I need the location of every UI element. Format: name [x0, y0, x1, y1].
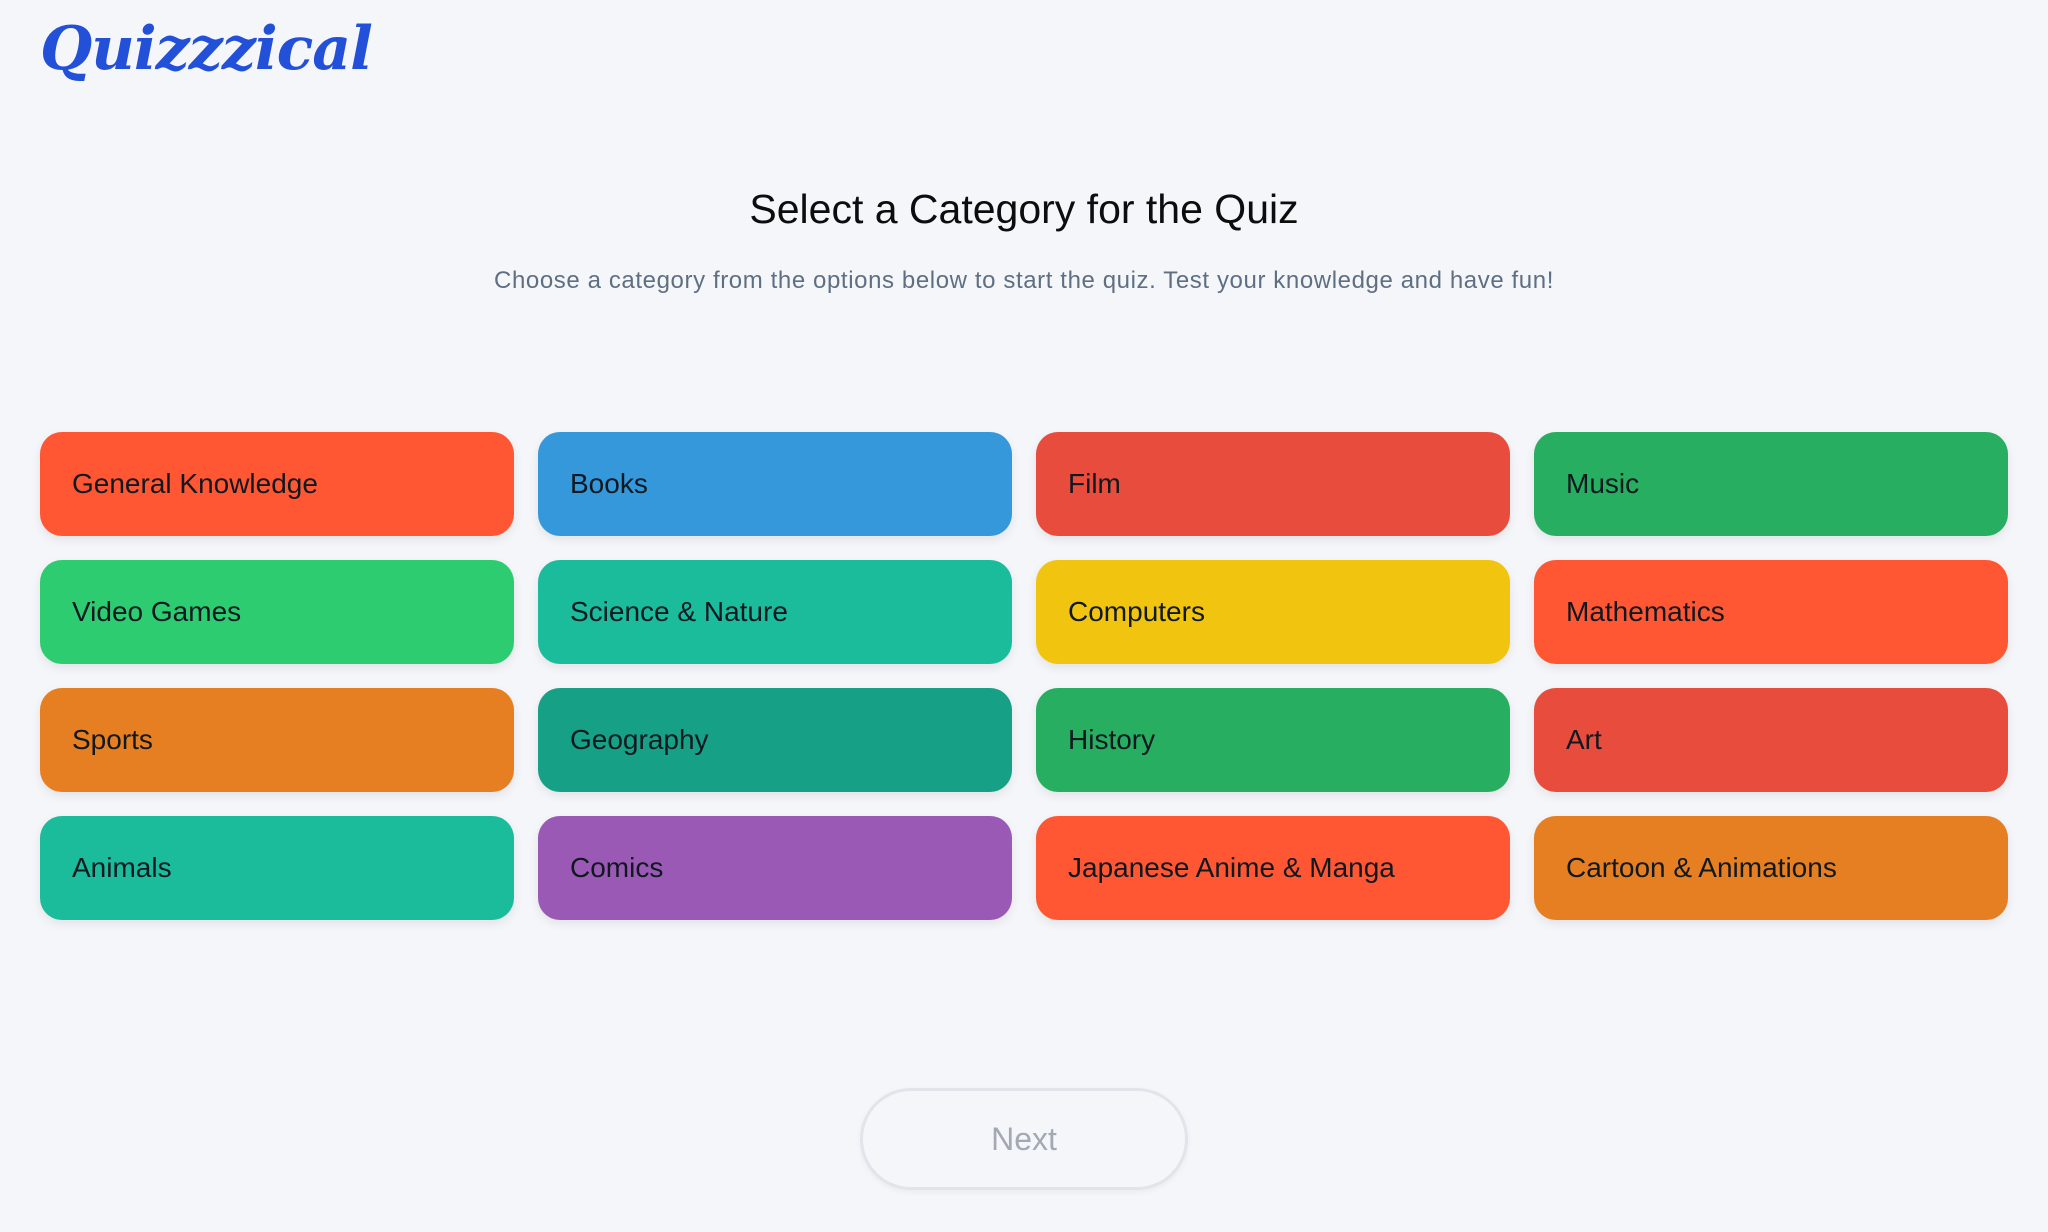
page-subtitle: Choose a category from the options below… [494, 267, 1554, 294]
category-video-games[interactable]: Video Games [40, 560, 514, 664]
category-animals[interactable]: Animals [40, 816, 514, 920]
category-geography[interactable]: Geography [538, 688, 1012, 792]
category-mathematics[interactable]: Mathematics [1534, 560, 2008, 664]
page-title: Select a Category for the Quiz [749, 186, 1299, 232]
category-comics[interactable]: Comics [538, 816, 1012, 920]
category-science-nature[interactable]: Science & Nature [538, 560, 1012, 664]
category-history[interactable]: History [1036, 688, 1510, 792]
category-sports[interactable]: Sports [40, 688, 514, 792]
category-general-knowledge[interactable]: General Knowledge [40, 432, 514, 536]
app-logo: Quizzzical [40, 14, 373, 84]
category-art[interactable]: Art [1534, 688, 2008, 792]
category-cartoon-animations[interactable]: Cartoon & Animations [1534, 816, 2008, 920]
next-button[interactable]: Next [860, 1088, 1188, 1190]
category-grid: General Knowledge Books Film Music Video… [40, 432, 2008, 920]
category-books[interactable]: Books [538, 432, 1012, 536]
category-computers[interactable]: Computers [1036, 560, 1510, 664]
category-film[interactable]: Film [1036, 432, 1510, 536]
category-japanese-anime-manga[interactable]: Japanese Anime & Manga [1036, 816, 1510, 920]
category-music[interactable]: Music [1534, 432, 2008, 536]
